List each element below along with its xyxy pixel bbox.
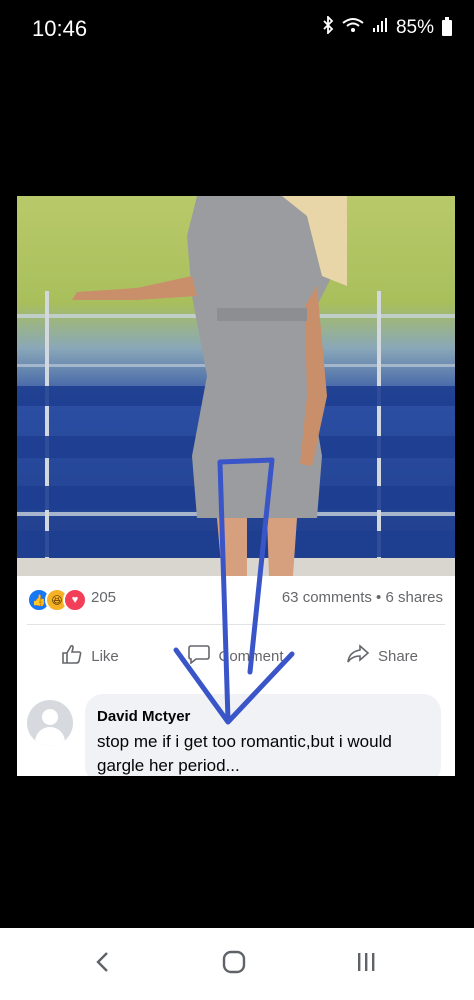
bluetooth-icon — [322, 14, 334, 40]
comment-label: Comment — [218, 647, 284, 665]
battery-percent: 85% — [395, 17, 434, 38]
recents-button[interactable] — [346, 946, 386, 982]
like-label: Like — [91, 647, 119, 665]
reaction-icons[interactable]: 👍 😆 ♥ — [27, 588, 87, 612]
home-button[interactable] — [214, 946, 254, 982]
back-button[interactable] — [82, 946, 122, 982]
share-label: Share — [377, 647, 419, 665]
status-icons: 85% — [322, 14, 452, 40]
battery-icon — [442, 17, 452, 36]
comment-bubble: David Mctyer stop me if i get too romant… — [85, 694, 441, 776]
comment: David Mctyer stop me if i get too romant… — [17, 694, 455, 776]
avatar[interactable] — [27, 700, 73, 746]
reaction-count[interactable]: 205 — [91, 589, 116, 606]
like-button[interactable]: Like — [17, 636, 163, 676]
love-reaction-icon: ♥ — [63, 588, 87, 612]
signal-icon — [372, 17, 388, 39]
share-button[interactable]: Share — [309, 636, 455, 676]
status-time: 10:46 — [32, 16, 88, 41]
thumbs-up-icon — [61, 644, 83, 668]
back-icon — [95, 951, 109, 978]
post-actions: Like Comment Share — [17, 636, 455, 676]
recents-icon — [355, 951, 377, 978]
wifi-icon — [342, 17, 364, 39]
reactions-row: 👍 😆 ♥ 205 63 comments • 6 shares — [17, 586, 455, 612]
comment-button[interactable]: Comment — [163, 636, 309, 676]
facebook-post: 👍 😆 ♥ 205 63 comments • 6 shares Like Co… — [17, 196, 455, 776]
post-photo[interactable] — [17, 196, 455, 576]
comment-author[interactable]: David Mctyer — [97, 708, 190, 725]
android-nav-bar — [0, 928, 474, 1000]
status-bar: 10:46 85% — [0, 0, 474, 60]
home-icon — [222, 950, 246, 979]
comment-text: stop me if i get too romantic,but i woul… — [97, 732, 392, 775]
comments-shares-count[interactable]: 63 comments • 6 shares — [282, 589, 443, 606]
share-arrow-icon — [346, 644, 370, 668]
divider — [27, 624, 445, 625]
comment-bubble-icon — [188, 644, 211, 668]
